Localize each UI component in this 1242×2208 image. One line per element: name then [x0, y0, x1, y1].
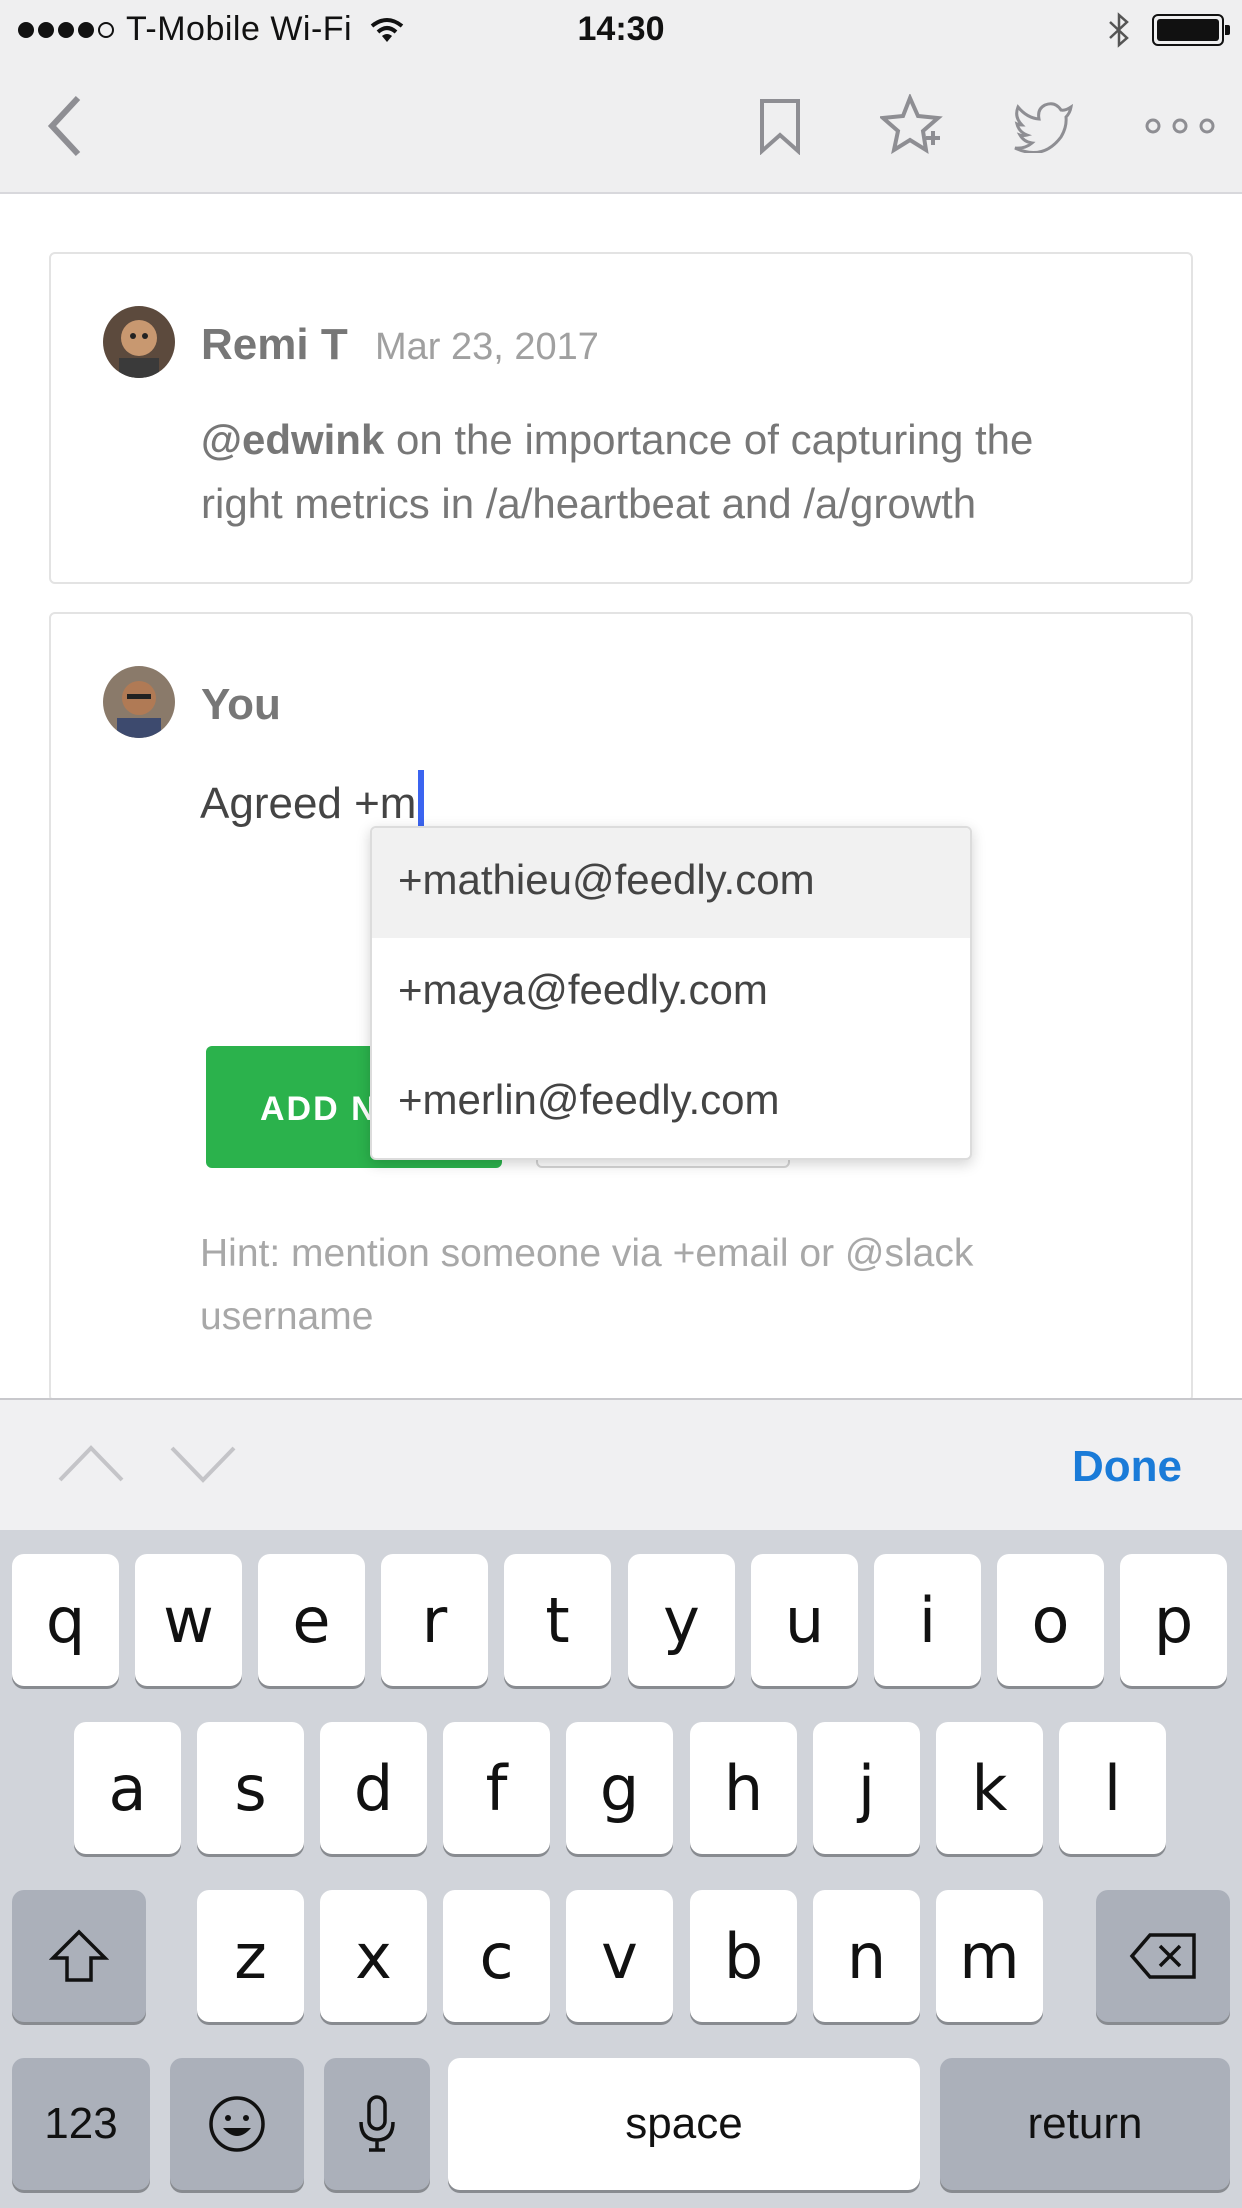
avatar-remi — [103, 306, 175, 378]
delete-key[interactable] — [1096, 1890, 1230, 2022]
key-o[interactable]: o — [997, 1554, 1104, 1686]
key-x[interactable]: x — [320, 1890, 427, 2022]
key-b[interactable]: b — [690, 1890, 797, 2022]
key-z[interactable]: z — [197, 1890, 304, 2022]
favorite-star-icon — [880, 94, 943, 155]
battery-icon — [1152, 14, 1230, 46]
twitter-share-button[interactable] — [1008, 90, 1080, 162]
key-q[interactable]: q — [12, 1554, 119, 1686]
chevron-down-icon — [170, 1446, 236, 1483]
key-h[interactable]: h — [690, 1722, 797, 1854]
emoji-icon — [209, 2096, 265, 2152]
back-chevron-icon — [47, 95, 81, 157]
microphone-icon — [359, 2095, 395, 2152]
nav-bar — [0, 62, 1242, 194]
mention-link[interactable]: @edwink — [201, 416, 384, 463]
key-s[interactable]: s — [197, 1722, 304, 1854]
key-u[interactable]: u — [751, 1554, 858, 1686]
next-field-button[interactable] — [168, 1436, 238, 1486]
key-g[interactable]: g — [566, 1722, 673, 1854]
suggestion-item[interactable]: +mathieu@feedly.com — [372, 828, 970, 938]
numbers-key[interactable]: 123 — [12, 2058, 150, 2190]
suggestion-item[interactable]: +maya@feedly.com — [372, 938, 970, 1048]
suggestion-item[interactable]: +merlin@feedly.com — [372, 1048, 970, 1158]
bookmark-icon — [760, 99, 800, 155]
key-j[interactable]: j — [813, 1722, 920, 1854]
keyboard-accessory-bar: Done — [0, 1398, 1242, 1532]
bookmark-button[interactable] — [744, 90, 816, 162]
reply-author: You — [201, 680, 281, 729]
more-options-button[interactable] — [1140, 90, 1220, 162]
key-a[interactable]: a — [74, 1722, 181, 1854]
status-time: 14:30 — [577, 10, 665, 48]
done-button[interactable]: Done — [1072, 1442, 1182, 1492]
more-icon — [1145, 118, 1215, 134]
key-d[interactable]: d — [320, 1722, 427, 1854]
comment-body: @edwink on the importance of capturing t… — [201, 408, 1161, 536]
text-cursor — [418, 770, 425, 828]
status-bar: T-Mobile Wi-Fi 14:30 — [0, 0, 1242, 62]
twitter-icon — [1014, 102, 1074, 153]
key-f[interactable]: f — [443, 1722, 550, 1854]
key-y[interactable]: y — [628, 1554, 735, 1686]
shift-key[interactable] — [12, 1890, 146, 2022]
key-l[interactable]: l — [1059, 1722, 1166, 1854]
keyboard: q w e r t y u i o p a s d f g h j k l z … — [0, 1530, 1242, 2208]
key-v[interactable]: v — [566, 1890, 673, 2022]
key-m[interactable]: m — [936, 1890, 1043, 2022]
reply-input[interactable]: Agreed +m — [200, 770, 425, 829]
mention-hint: Hint: mention someone via +email or @sla… — [200, 1232, 974, 1338]
chevron-up-icon — [58, 1445, 124, 1482]
mention-suggestions: +mathieu@feedly.com +maya@feedly.com +me… — [370, 826, 972, 1160]
reply-draft-text: Agreed +m — [200, 779, 417, 828]
key-r[interactable]: r — [381, 1554, 488, 1686]
key-e[interactable]: e — [258, 1554, 365, 1686]
comment-text-line2: right metrics in /a/heartbeat and /a/gro… — [201, 480, 977, 527]
emoji-key[interactable] — [170, 2058, 304, 2190]
avatar-you — [103, 666, 175, 738]
comment-date: Mar 23, 2017 — [375, 326, 599, 368]
key-c[interactable]: c — [443, 1890, 550, 2022]
key-p[interactable]: p — [1120, 1554, 1227, 1686]
favorite-button[interactable] — [876, 90, 948, 162]
comment-author: Remi T — [201, 320, 348, 369]
key-w[interactable]: w — [135, 1554, 242, 1686]
backspace-icon — [1129, 1933, 1196, 1979]
status-right — [1108, 12, 1230, 48]
comment-card: Remi T Mar 23, 2017 @edwink on the impor… — [49, 252, 1193, 584]
key-k[interactable]: k — [936, 1722, 1043, 1854]
bluetooth-icon — [1109, 12, 1129, 48]
dictation-key[interactable] — [324, 2058, 430, 2190]
key-i[interactable]: i — [874, 1554, 981, 1686]
space-key[interactable]: space — [448, 2058, 920, 2190]
key-n[interactable]: n — [813, 1890, 920, 2022]
back-button[interactable] — [30, 90, 102, 162]
comment-text-line1: on the importance of capturing the — [384, 416, 1034, 463]
previous-field-button[interactable] — [56, 1436, 126, 1486]
shift-arrow-icon — [49, 1929, 109, 1982]
return-key[interactable]: return — [940, 2058, 1230, 2190]
key-t[interactable]: t — [504, 1554, 611, 1686]
